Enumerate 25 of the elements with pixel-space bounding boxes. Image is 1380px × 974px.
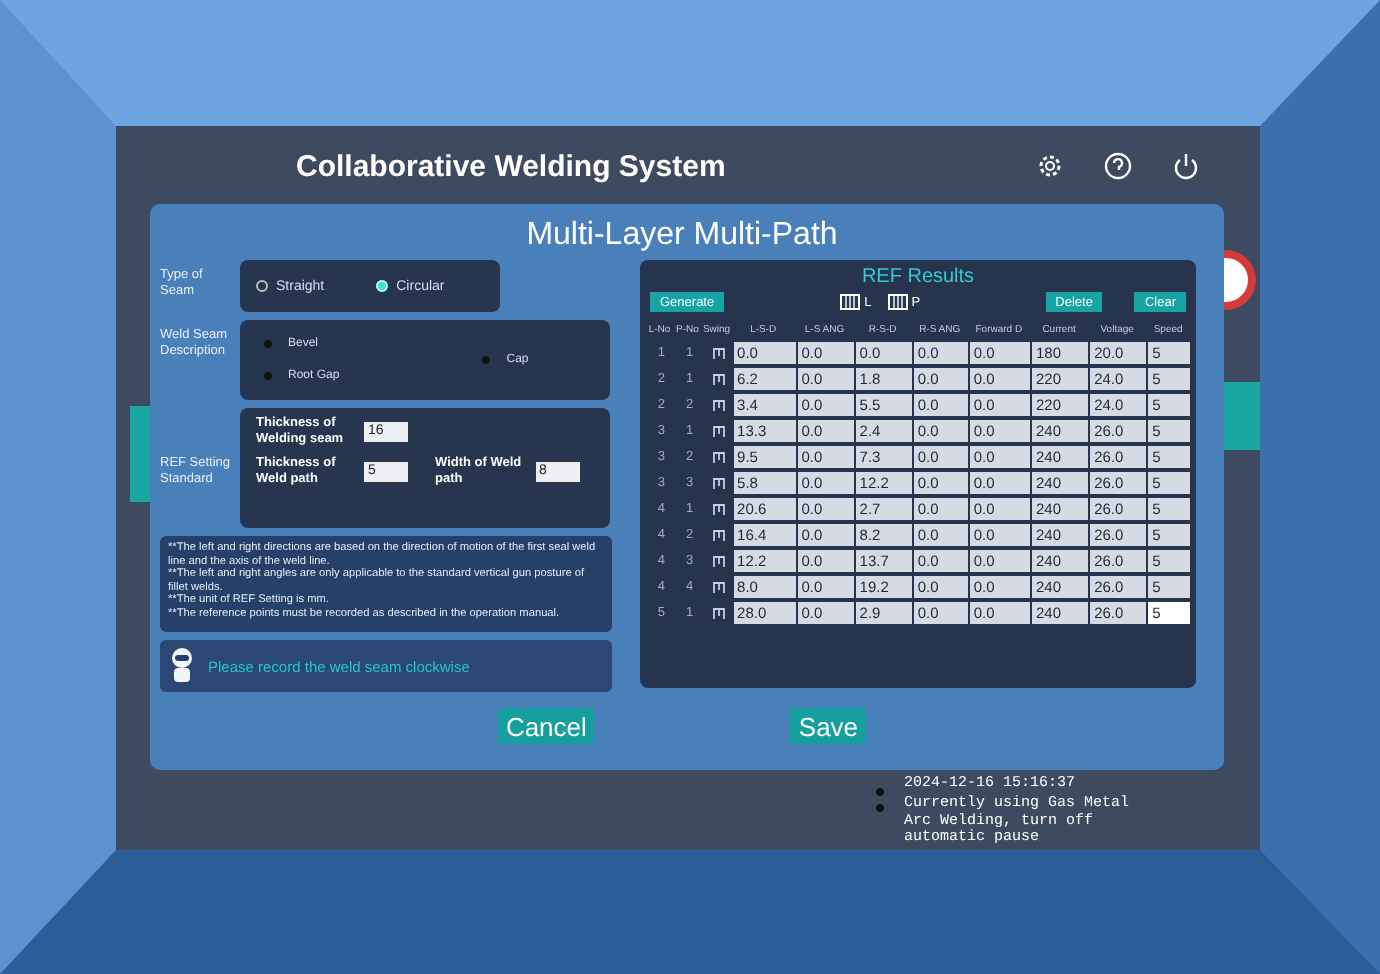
bullet-icon: [876, 804, 884, 812]
bullet-icon: [876, 788, 884, 796]
swing-icon: [711, 398, 726, 412]
dialog-title: Multi-Layer Multi-Path: [524, 216, 840, 256]
swing-icon: [711, 580, 726, 594]
help-icon[interactable]: [1104, 152, 1132, 180]
swing-icon: [711, 424, 726, 438]
power-icon[interactable]: [1172, 152, 1200, 180]
swing-icon: [711, 502, 726, 516]
swing-icon: [711, 528, 726, 542]
bullet-icon: [264, 372, 272, 380]
swing-icon: [711, 450, 726, 464]
robot-icon: [168, 646, 196, 686]
layout-icon[interactable]: [840, 294, 861, 310]
bullet-icon: [482, 356, 491, 364]
swing-icon: [711, 476, 726, 490]
swing-icon: [711, 554, 726, 568]
results-title: REF Results: [859, 266, 977, 290]
layout-icon[interactable]: [887, 294, 908, 310]
settings-icon[interactable]: [1036, 152, 1064, 180]
swing-icon: [711, 372, 726, 386]
swing-icon: [711, 606, 726, 620]
bullet-icon: [264, 340, 272, 348]
swing-icon: [711, 346, 726, 360]
app-title: Collaborative Welding System: [296, 149, 728, 183]
